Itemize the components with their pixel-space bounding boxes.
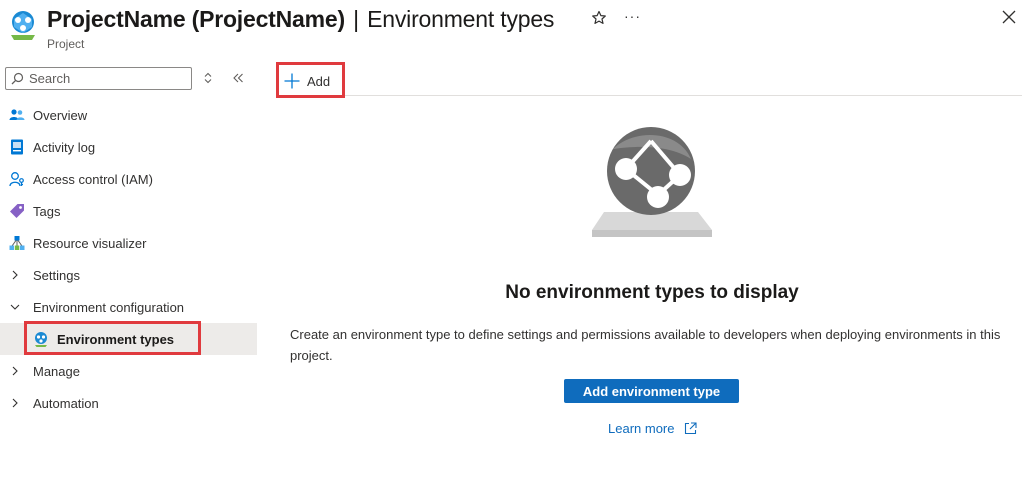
expand-collapse-icon[interactable] xyxy=(203,72,213,84)
empty-state-illustration xyxy=(592,127,712,237)
activity-log-icon xyxy=(11,139,23,155)
sidebar-nav: Overview Activity log Access control (IA… xyxy=(0,99,257,419)
sidebar-item-tags[interactable]: Tags xyxy=(0,195,257,227)
collapse-sidebar-icon[interactable] xyxy=(232,72,244,84)
sidebar-item-label: Automation xyxy=(33,396,99,411)
add-label: Add xyxy=(307,74,331,89)
environment-types-icon xyxy=(35,332,47,347)
chevron-right-icon xyxy=(12,398,18,408)
learn-more-label: Learn more xyxy=(608,421,675,436)
tag-icon xyxy=(10,204,24,218)
page-header: ProjectName (ProjectName) | Environment … xyxy=(0,0,1022,58)
sidebar-group-environment-configuration[interactable]: Environment configuration xyxy=(0,291,257,323)
chevron-right-icon xyxy=(12,366,18,376)
chevron-right-icon xyxy=(12,270,18,280)
favorite-star-icon[interactable] xyxy=(591,10,607,26)
sidebar-item-label: Manage xyxy=(33,364,80,379)
title-separator: | xyxy=(353,6,359,32)
resource-type-label: Project xyxy=(47,37,85,51)
page-name: Environment types xyxy=(367,6,555,32)
sidebar-item-label: Activity log xyxy=(33,140,96,155)
sidebar-item-label: Environment configuration xyxy=(33,300,185,315)
access-control-icon xyxy=(9,172,24,187)
sidebar-item-label: Settings xyxy=(33,268,80,283)
sidebar-group-settings[interactable]: Settings xyxy=(0,259,257,291)
empty-state-title: No environment types to display xyxy=(505,282,799,303)
search-input[interactable] xyxy=(29,70,187,87)
page-title: ProjectName (ProjectName) | Environment … xyxy=(47,6,554,33)
sidebar-item-environment-types[interactable]: Environment types xyxy=(0,323,257,355)
sidebar-item-label: Resource visualizer xyxy=(33,236,147,251)
add-environment-type-button[interactable]: Add environment type xyxy=(564,379,739,403)
chevron-down-icon xyxy=(10,304,20,310)
command-bar: Add xyxy=(276,58,1022,98)
sidebar-item-label: Access control (IAM) xyxy=(33,172,153,187)
sidebar-item-activity-log[interactable]: Activity log xyxy=(0,131,257,163)
plus-icon xyxy=(284,73,300,89)
sidebar-item-access-control[interactable]: Access control (IAM) xyxy=(0,163,257,195)
resource-name: ProjectName (ProjectName) xyxy=(47,6,345,32)
search-icon xyxy=(11,72,24,85)
learn-more-link[interactable]: Learn more xyxy=(608,421,697,436)
devcenter-project-icon xyxy=(11,11,35,40)
sidebar-group-automation[interactable]: Automation xyxy=(0,387,257,419)
add-button[interactable]: Add xyxy=(276,62,345,98)
sidebar-item-label: Overview xyxy=(33,108,88,123)
sidebar-search[interactable] xyxy=(5,67,192,90)
external-link-icon xyxy=(685,422,697,435)
more-options-icon[interactable]: ··· xyxy=(624,8,641,24)
resource-visualizer-icon xyxy=(9,236,25,250)
sidebar-item-resource-visualizer[interactable]: Resource visualizer xyxy=(0,227,257,259)
empty-state-description: Create an environment type to define set… xyxy=(290,327,1001,363)
sidebar-item-label: Tags xyxy=(33,204,61,219)
sidebar-item-label: Environment types xyxy=(57,332,175,347)
sidebar-item-overview[interactable]: Overview xyxy=(0,99,257,131)
close-icon[interactable] xyxy=(1002,10,1016,24)
sidebar-group-manage[interactable]: Manage xyxy=(0,355,257,387)
overview-people-icon xyxy=(9,109,25,120)
